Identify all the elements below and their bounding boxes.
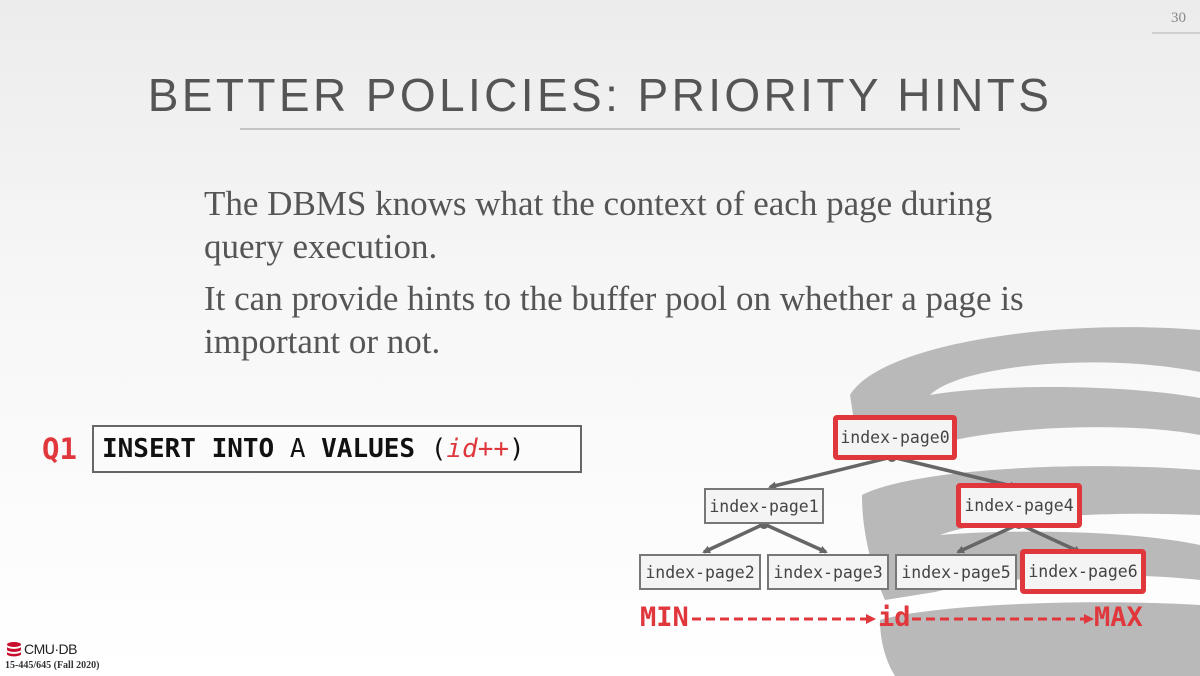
- database-logo-icon: [7, 642, 21, 657]
- tree-edge: [1018, 522, 1082, 554]
- tree-node-page6: index-page6: [1020, 549, 1146, 594]
- tree-node-label: index-page5: [901, 562, 1011, 582]
- tree-edge: [768, 455, 893, 490]
- tree-node-page4: index-page4: [956, 483, 1082, 528]
- tree-node-label: index-page6: [1028, 562, 1138, 581]
- tree-edge: [956, 522, 1020, 554]
- tree-node-page0: index-page0: [833, 415, 957, 460]
- axis-max-label: MAX: [1094, 602, 1143, 633]
- cmu-db-logo: CMU·DB: [6, 641, 78, 657]
- tree-edge: [763, 522, 828, 554]
- tree-node-page1: index-page1: [704, 488, 824, 524]
- tree-edge: [702, 522, 765, 554]
- tree-node-page3: index-page3: [767, 554, 889, 590]
- tree-node-label: index-page3: [773, 562, 883, 582]
- logo-text: CMU·DB: [24, 641, 78, 657]
- tree-node-label: index-page4: [964, 496, 1074, 515]
- course-label: 15-445/645 (Fall 2020): [5, 660, 100, 671]
- tree-node-page2: index-page2: [639, 554, 761, 590]
- tree-node-page5: index-page5: [895, 554, 1017, 590]
- axis-id-label: id: [878, 602, 911, 633]
- axis-min-label: MIN: [640, 602, 689, 633]
- tree-node-label: index-page1: [709, 496, 819, 516]
- tree-node-label: index-page0: [840, 428, 950, 447]
- tree-node-label: index-page2: [645, 562, 755, 582]
